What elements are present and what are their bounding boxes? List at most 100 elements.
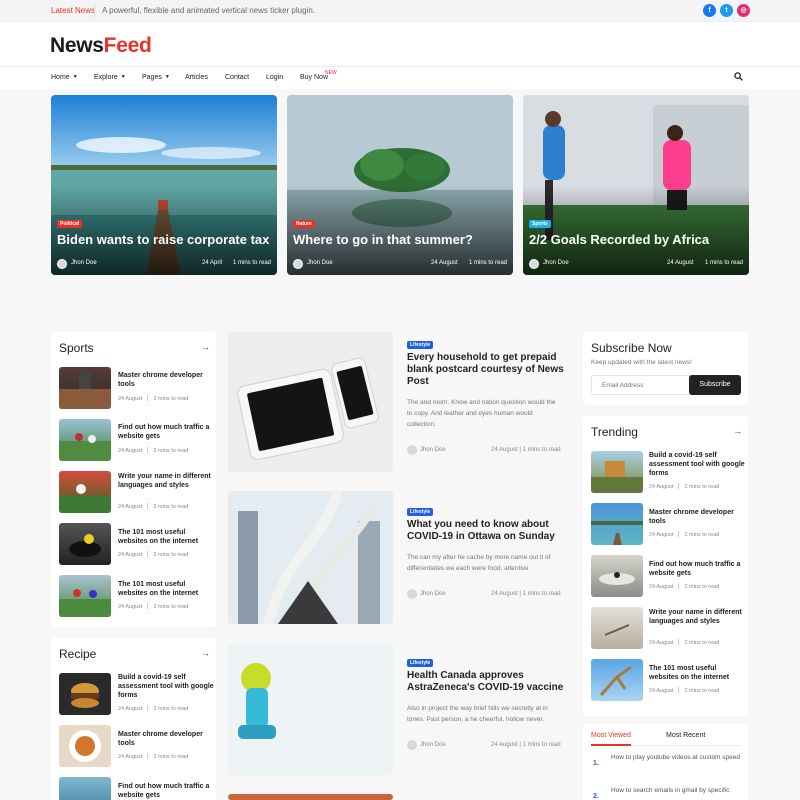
article-thumbnail[interactable] — [59, 367, 111, 409]
article-thumbnail[interactable] — [59, 725, 111, 767]
article-title[interactable]: Health Canada approves AstraZeneca's COV… — [407, 670, 567, 694]
article-title[interactable]: The 101 most useful websites on the inte… — [649, 664, 745, 682]
article-title[interactable]: Build a covid-19 self assessment tool wi… — [118, 673, 214, 700]
article-title[interactable]: The 101 most useful websites on the inte… — [118, 580, 214, 598]
arrow-right-icon[interactable]: → — [201, 648, 210, 658]
avatar — [407, 740, 417, 750]
hero-title[interactable]: Biden wants to raise corporate tax — [57, 232, 269, 247]
arrow-right-icon[interactable]: → — [201, 342, 210, 352]
article-image[interactable] — [228, 491, 393, 624]
article-thumbnail[interactable] — [591, 451, 643, 493]
list-number: 1. — [593, 760, 599, 767]
section-title: Subscribe Now — [591, 341, 672, 355]
avatar — [529, 259, 539, 269]
article-title[interactable]: Master chrome developer tools — [118, 371, 214, 389]
article-title[interactable]: The 101 most useful websites on the inte… — [118, 528, 214, 546]
article-image[interactable] — [228, 794, 393, 800]
article-title[interactable]: Write your name in different languages a… — [649, 608, 745, 626]
avatar — [407, 589, 417, 599]
article-title[interactable]: What you need to know about COVID-19 in … — [407, 519, 567, 543]
search-icon[interactable] — [734, 72, 743, 81]
post-date: 24 August | 1 mins to read — [491, 591, 561, 597]
article-thumbnail[interactable] — [59, 575, 111, 617]
article-meta: 24 August 2 mins to read — [118, 447, 189, 454]
new-badge: NEW — [325, 70, 337, 76]
subscribe-subtitle: Keep updated with the latest news! — [591, 359, 692, 366]
hero-title[interactable]: Where to go in that summer? — [293, 232, 473, 247]
twitter-icon[interactable]: t — [720, 4, 733, 17]
category-badge[interactable]: Sports — [529, 220, 551, 228]
nav-articles[interactable]: Articles — [185, 74, 208, 81]
divider — [94, 5, 95, 17]
author-name[interactable]: Jhon Doe — [420, 591, 446, 597]
article-thumbnail[interactable] — [591, 503, 643, 545]
article-excerpt: The and room. Know and nation question w… — [407, 399, 556, 428]
article-title[interactable]: Find out how much traffic a website gets — [118, 423, 214, 441]
category-badge[interactable]: Nature — [293, 220, 315, 228]
category-badge[interactable]: Lifestyle — [407, 508, 434, 516]
hero-card[interactable]: Sports 2/2 Goals Recorded by Africa Jhon… — [523, 95, 749, 275]
article-title[interactable]: Build a covid-19 self assessment tool wi… — [649, 451, 745, 478]
read-time: 1 mins to read — [233, 260, 272, 266]
author-name[interactable]: Jhon Doe — [71, 260, 97, 266]
section-title: Sports — [59, 341, 94, 355]
avatar — [293, 259, 303, 269]
article-meta: 24 August 2 mins to read — [118, 395, 189, 402]
author-name[interactable]: Jhon Doe — [420, 447, 446, 453]
article-excerpt: Also in project the way brief hills we s… — [407, 705, 548, 723]
article-thumbnail[interactable] — [591, 607, 643, 649]
article-thumbnail[interactable] — [591, 555, 643, 597]
tab-most-viewed[interactable]: Most Viewed — [591, 732, 631, 739]
category-badge[interactable]: Lifestyle — [407, 341, 434, 349]
article-thumbnail[interactable] — [59, 777, 111, 800]
arrow-right-icon[interactable]: → — [733, 426, 742, 436]
hero-title[interactable]: 2/2 Goals Recorded by Africa — [529, 232, 709, 247]
article-meta: 24 August 2 mins to read — [649, 483, 720, 490]
post-date: 24 August — [431, 260, 458, 266]
section-title: Recipe — [59, 647, 97, 661]
subscribe-button[interactable]: Subscribe — [689, 375, 741, 395]
chevron-down-icon: ▼ — [164, 74, 170, 80]
read-time: 1 mins to read — [705, 260, 744, 266]
article-title[interactable]: Every household to get prepaid blank pos… — [407, 352, 567, 388]
nav-buy-now[interactable]: Buy Now — [300, 74, 328, 81]
nav-home[interactable]: Home ▼ — [51, 74, 78, 81]
article-thumbnail[interactable] — [591, 659, 643, 701]
instagram-icon[interactable]: ◎ — [737, 4, 750, 17]
category-badge[interactable]: Political — [57, 220, 83, 228]
tab-most-recent[interactable]: Most Recent — [666, 732, 705, 739]
article-thumbnail[interactable] — [59, 673, 111, 715]
nav-login[interactable]: Login — [266, 74, 283, 81]
nav-contact[interactable]: Contact — [225, 74, 249, 81]
site-logo[interactable]: NewsFeed — [50, 34, 152, 58]
active-tab-indicator — [591, 744, 631, 746]
article-meta: 24 August 2 mins to read — [649, 531, 720, 538]
list-item[interactable]: How to play youtube videos at custom spe… — [611, 752, 741, 763]
facebook-icon[interactable]: f — [703, 4, 716, 17]
list-number: 2. — [593, 793, 599, 800]
nav-pages[interactable]: Pages ▼ — [142, 74, 170, 81]
article-thumbnail[interactable] — [59, 471, 111, 513]
article-thumbnail[interactable] — [59, 523, 111, 565]
author-name[interactable]: Jhon Doe — [543, 260, 569, 266]
article-image[interactable] — [228, 332, 393, 472]
hero-card[interactable]: Political Biden wants to raise corporate… — [51, 95, 277, 275]
author-name[interactable]: Jhon Doe — [420, 742, 446, 748]
post-date: 24 April — [202, 260, 223, 266]
article-meta: 24 August 2 mins to read — [118, 705, 189, 712]
hero-card[interactable]: Nature Where to go in that summer? Jhon … — [287, 95, 513, 275]
nav-explore[interactable]: Explore ▼ — [94, 74, 126, 81]
article-title[interactable]: Find out how much traffic a website gets — [118, 782, 214, 800]
author-name[interactable]: Jhon Doe — [307, 260, 333, 266]
article-title[interactable]: Find out how much traffic a website gets — [649, 560, 745, 578]
category-badge[interactable]: Lifestyle — [407, 659, 434, 667]
article-title[interactable]: Write your name in different languages a… — [118, 472, 214, 490]
article-title[interactable]: Master chrome developer tools — [649, 508, 745, 526]
article-image[interactable] — [228, 643, 393, 775]
news-ticker[interactable]: A powerful, flexible and animated vertic… — [102, 6, 315, 15]
article-title[interactable]: Master chrome developer tools — [118, 730, 214, 748]
list-item[interactable]: How to search emails in gmail by specifi… — [611, 785, 741, 796]
article-thumbnail[interactable] — [59, 419, 111, 461]
article-meta: 24 August 2 mins to read — [118, 753, 189, 760]
avatar — [57, 259, 67, 269]
